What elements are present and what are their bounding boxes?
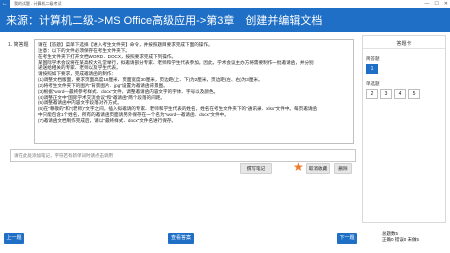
answer-card-item[interactable]: 4	[394, 89, 406, 99]
question-panel: 1. 简答题 请在【答题】菜单下选择【进入考生文件夹】命令，并按照题目要求完成下…	[4, 35, 358, 203]
answer-card-item[interactable]: 2	[366, 89, 378, 99]
question-content: 请在【答题】菜单下选择【进入考生文件夹】命令，并按照题目要求完成下面的操作。 注…	[34, 39, 354, 144]
answer-card-title: 答题卡	[396, 41, 412, 47]
answer-card-item[interactable]: 5	[408, 89, 420, 99]
prev-question-button[interactable]: 上一题	[4, 233, 24, 244]
result-counts: 正确0 错误0 未做5	[382, 237, 420, 242]
favorite-star-icon[interactable]: ★	[293, 161, 304, 173]
divider	[363, 48, 445, 49]
answer-card-item[interactable]: 1	[366, 64, 378, 74]
answer-card-item[interactable]: 3	[380, 89, 392, 99]
answer-card-panel: 答题卡 简答题 1 单选题 2 3 4 5	[362, 35, 446, 223]
write-note-button[interactable]: 撰写笔记	[240, 163, 272, 174]
question-actions: 撰写笔记 ★ 取消收藏 删除	[4, 161, 358, 175]
next-question-button[interactable]: 下一题	[337, 233, 357, 244]
answer-stats: 总题数5 正确0 错误0 未做5	[382, 231, 419, 243]
question-number: 1. 简答题	[8, 42, 29, 48]
section-label-single-choice: 单选题	[366, 81, 380, 86]
back-icon[interactable]: ←	[0, 0, 10, 8]
maximize-icon[interactable]: ☐	[434, 0, 438, 8]
window-titlebar: ← 我的试题 - 计算机二级考试 — ☐ ✕	[0, 0, 450, 8]
cancel-favorite-button[interactable]: 取消收藏	[306, 163, 330, 174]
footer-bar: 上一题 查看答案 下一题 总题数5 正确0 错误0 未做5	[0, 231, 450, 253]
source-breadcrumb: 来源：计算机二级->MS Office高级应用->第3章 创建并编辑文档	[6, 15, 323, 27]
window-controls: — ☐ ✕	[424, 0, 448, 8]
source-header: 来源：计算机二级->MS Office高级应用->第3章 创建并编辑文档	[0, 8, 450, 32]
view-answer-button[interactable]: 查看答案	[168, 233, 194, 244]
section-label-short-answer: 简答题	[366, 56, 380, 61]
question-line: (7)邀请函文档制作完成后，请以"最终样式．docx"文件名进行保存。	[38, 117, 177, 123]
window-title: 我的试题 - 计算机二级考试	[14, 1, 62, 6]
note-input[interactable]	[10, 149, 356, 162]
minimize-icon[interactable]: —	[424, 0, 429, 8]
close-icon[interactable]: ✕	[444, 0, 448, 8]
delete-button[interactable]: 删除	[334, 163, 352, 174]
